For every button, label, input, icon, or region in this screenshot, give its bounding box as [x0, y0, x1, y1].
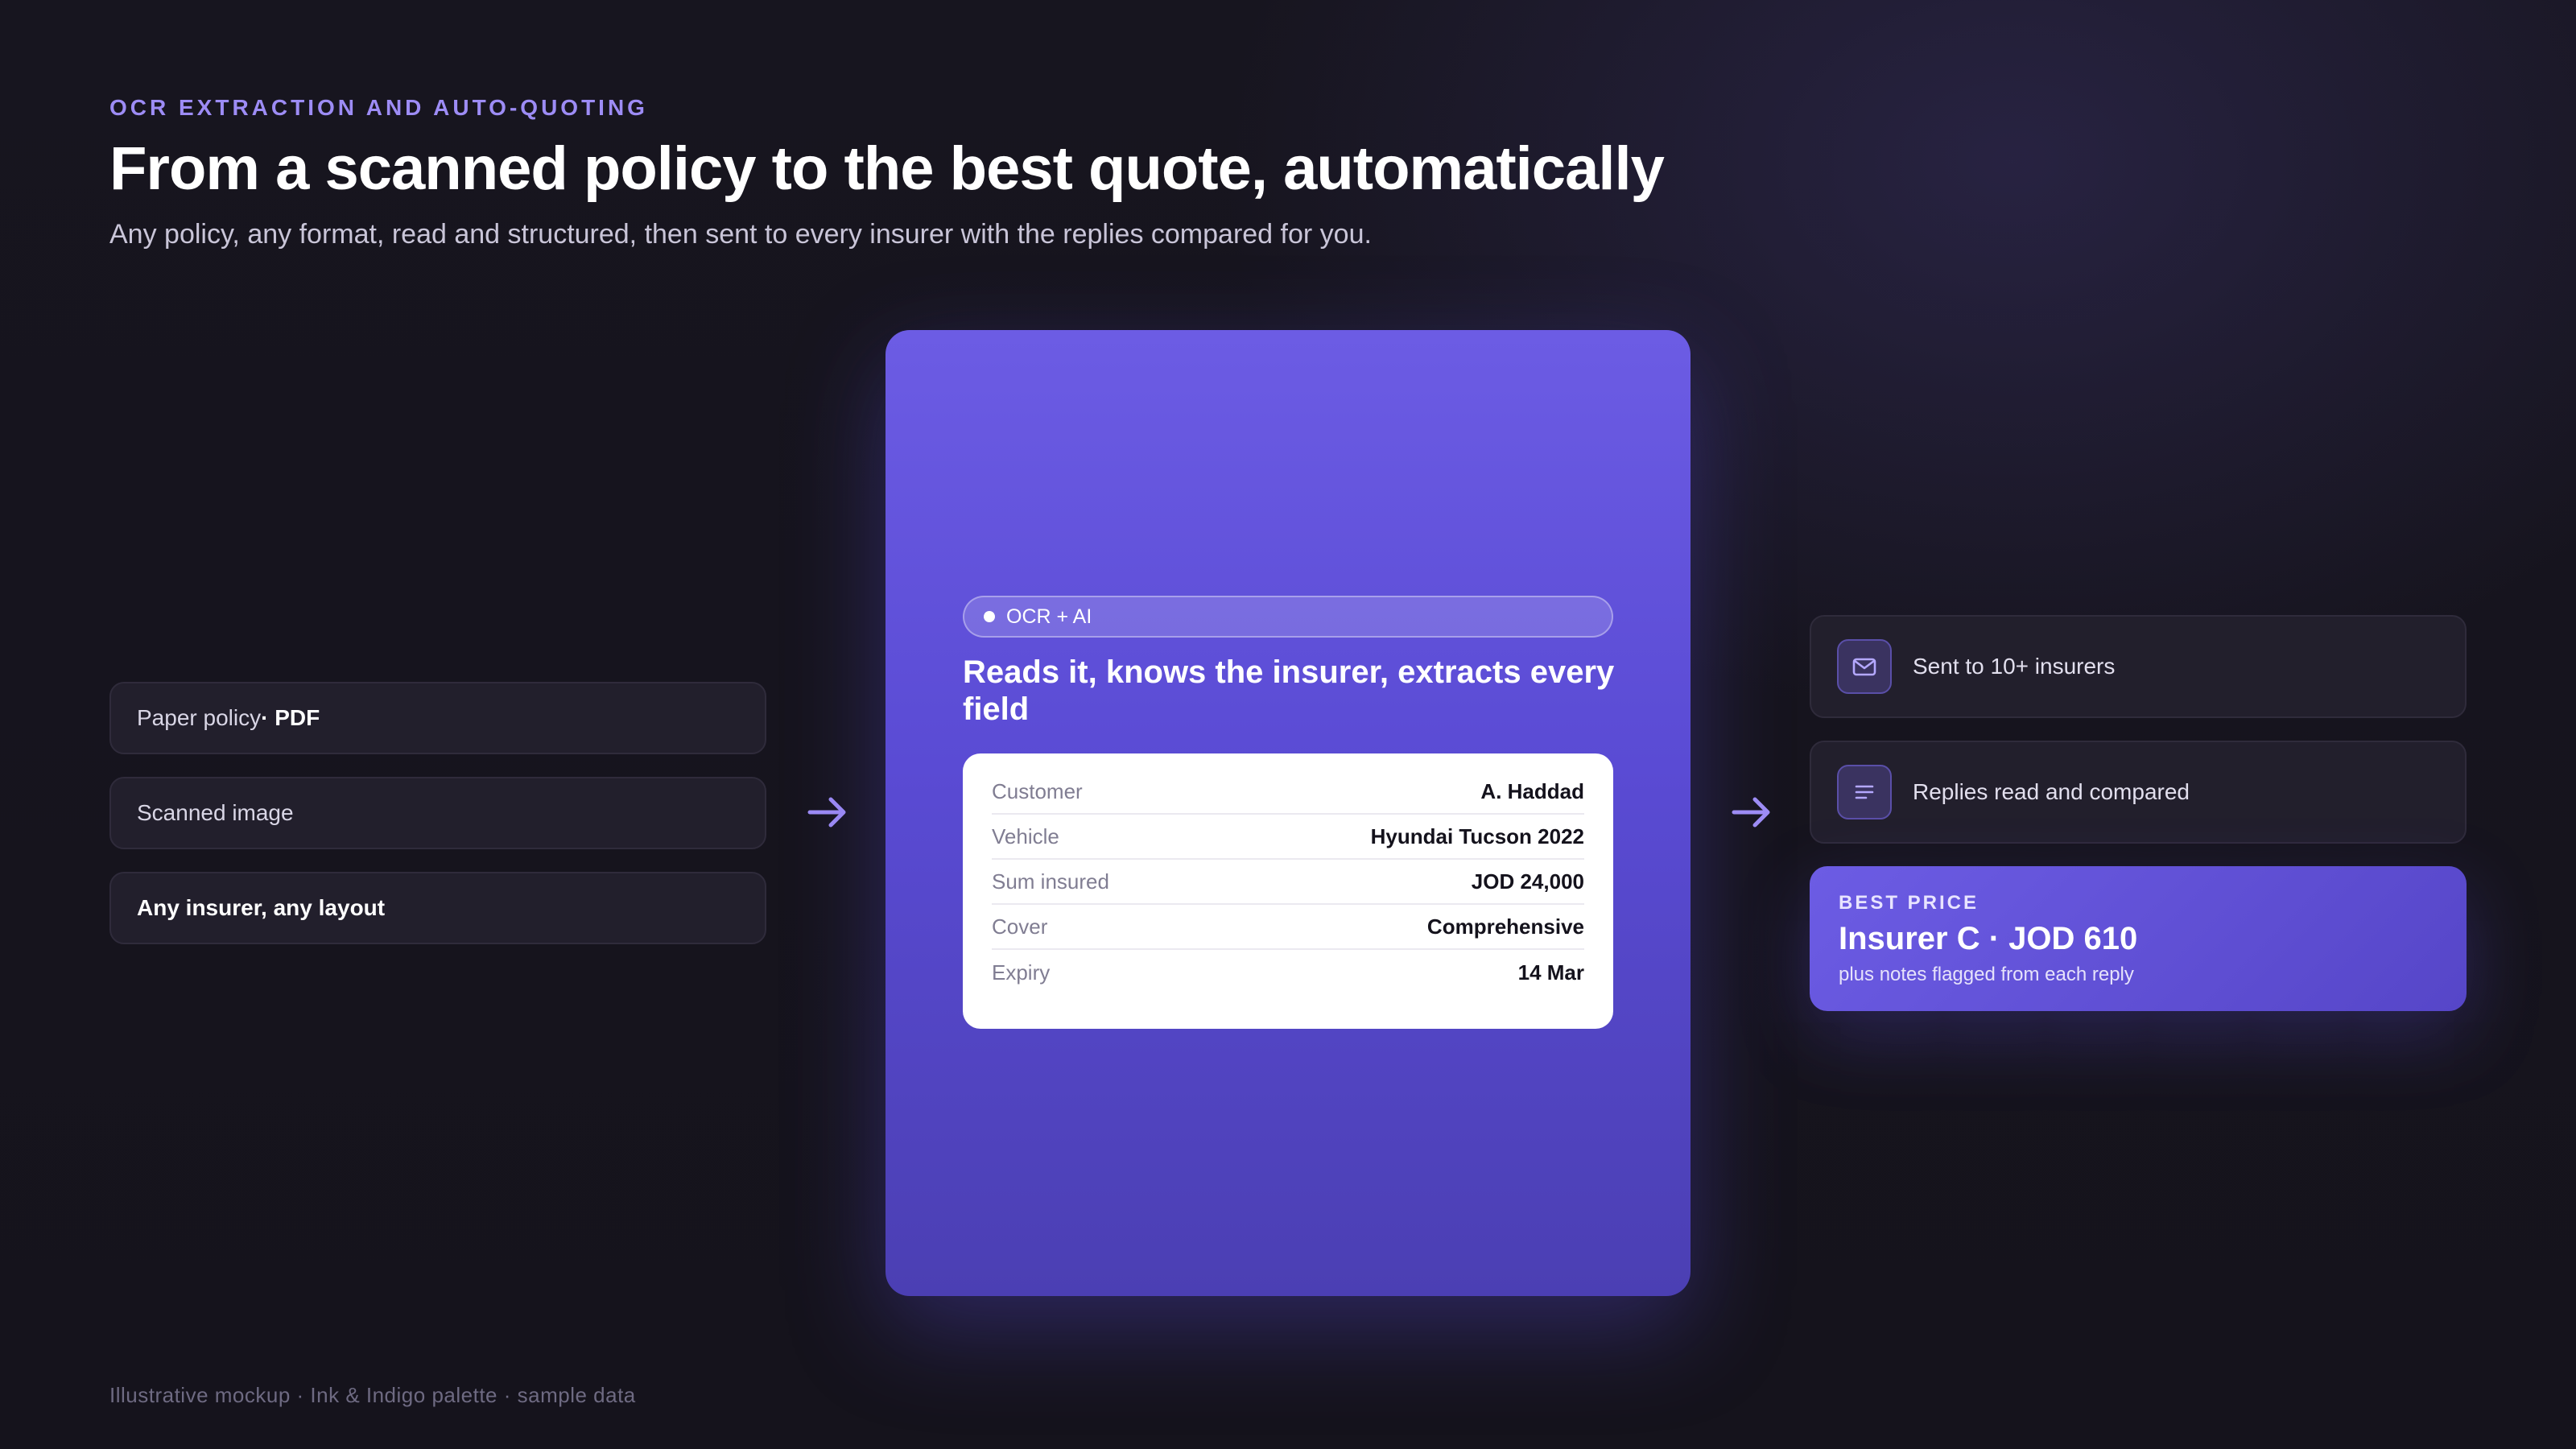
field-key: Expiry [992, 960, 1051, 985]
page-title: From a scanned policy to the best quote,… [109, 134, 1665, 203]
field-key: Vehicle [992, 824, 1059, 848]
list-icon [1837, 765, 1892, 819]
status-dot-icon [984, 611, 995, 622]
input-label: Scanned image [137, 800, 294, 825]
output-label: Replies read and compared [1913, 779, 2190, 804]
arrow-right-icon [807, 797, 846, 828]
output-label: Sent to 10+ insurers [1913, 654, 2116, 679]
field-row-vehicle: Vehicle Hyundai Tucson 2022 [992, 815, 1584, 860]
best-price-label: BEST PRICE [1839, 892, 1979, 914]
field-key: Cover [992, 914, 1048, 939]
output-card-sent-to-insurers: Sent to 10+ insurers [1810, 615, 2467, 718]
field-value: A. Haddad [1480, 778, 1584, 803]
field-value: Comprehensive [1426, 914, 1584, 939]
badge-label: OCR + AI [1006, 605, 1092, 628]
field-row-customer: Customer A. Haddad [992, 770, 1584, 815]
footer-note: Illustrative mockup · Ink & Indigo palet… [109, 1383, 636, 1407]
extracted-fields-card: Customer A. Haddad Vehicle Hyundai Tucso… [963, 753, 1613, 1029]
output-card-replies-compared: Replies read and compared [1810, 741, 2467, 844]
input-card-any-insurer: Any insurer, any layout [109, 872, 766, 944]
field-value: Hyundai Tucson 2022 [1370, 824, 1584, 848]
input-card-scanned-image: Scanned image [109, 777, 766, 849]
best-price-card: BEST PRICE Insurer C · JOD 610 plus note… [1810, 866, 2467, 1011]
field-value: JOD 24,000 [1471, 869, 1584, 894]
input-format-pdf: · PDF [261, 705, 320, 730]
eyebrow-label: OCR EXTRACTION AND AUTO-QUOTING [109, 95, 648, 120]
input-card-paper-policy: Paper policy · PDF [109, 682, 766, 754]
field-row-expiry: Expiry 14 Mar [992, 950, 1584, 995]
best-price-note: plus notes flagged from each reply [1839, 964, 2134, 985]
processor-heading: Reads it, knows the insurer, extracts ev… [963, 654, 1615, 727]
input-label: Any insurer, any layout [137, 895, 386, 920]
arrow-right-icon [1732, 797, 1770, 828]
mail-icon [1837, 639, 1892, 694]
field-key: Sum insured [992, 869, 1109, 894]
best-price-value: Insurer C · JOD 610 [1839, 921, 2138, 956]
ocr-ai-badge: OCR + AI [963, 596, 1613, 638]
page-subtitle: Any policy, any format, read and structu… [109, 219, 1372, 250]
field-value: 14 Mar [1517, 960, 1584, 985]
field-key: Customer [992, 778, 1083, 803]
input-label: Paper policy [137, 705, 262, 730]
field-row-cover: Cover Comprehensive [992, 905, 1584, 950]
processor-panel: OCR + AI Reads it, knows the insurer, ex… [886, 330, 1690, 1296]
field-row-sum-insured: Sum insured JOD 24,000 [992, 860, 1584, 905]
